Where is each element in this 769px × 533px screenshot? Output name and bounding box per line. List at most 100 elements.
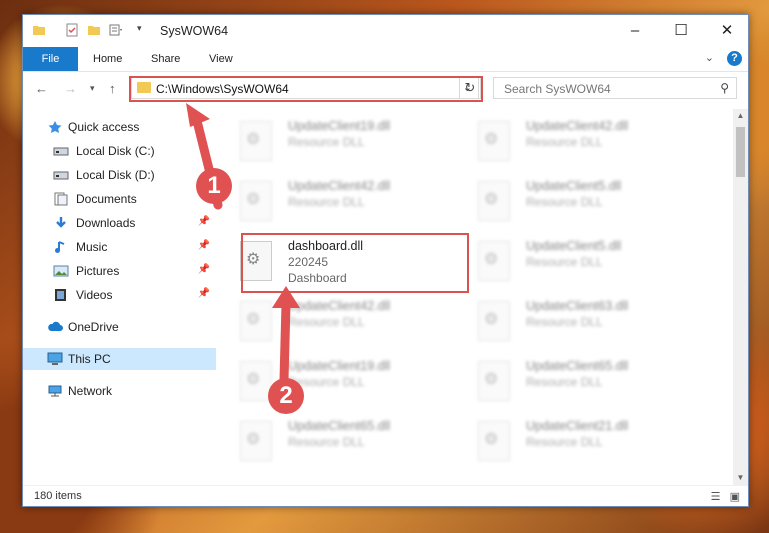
pin-icon[interactable]: 📌 [198, 264, 210, 275]
sidebar-item-music[interactable]: Music 📌 [23, 236, 216, 258]
file-name: UpdateClient21.dll [526, 419, 629, 433]
item-count: 180 items [34, 490, 82, 502]
sidebar-item-label: Network [68, 384, 113, 398]
gear-icon: ⚙ [484, 251, 499, 268]
up-arrow-icon[interactable]: ↑ [109, 81, 116, 96]
file-name: UpdateClient42.dll [288, 179, 391, 193]
file-description: Resource DLL [526, 315, 603, 329]
download-icon [56, 217, 66, 228]
file-description: Resource DLL [526, 375, 603, 389]
sidebar-item-label: Local Disk (D:) [76, 168, 155, 182]
pin-icon[interactable]: 📌 [198, 240, 210, 251]
scroll-thumb[interactable] [736, 127, 745, 177]
search-input[interactable] [502, 81, 706, 97]
file-item[interactable]: ⚙ UpdateClient42.dll Resource DLL [238, 175, 463, 231]
tab-home[interactable]: Home [93, 47, 122, 71]
file-item[interactable]: ⚙ UpdateClient42.dll Resource DLL [476, 115, 701, 171]
pin-icon[interactable]: 📌 [198, 216, 210, 227]
sidebar-item-onedrive[interactable]: OneDrive [23, 316, 216, 338]
new-folder-icon[interactable] [87, 23, 101, 37]
gear-icon: ⚙ [484, 311, 499, 328]
star-icon [48, 121, 62, 133]
cloud-icon [48, 321, 63, 331]
view-toggle: ☰ ▣ [711, 490, 740, 503]
computer-icon [47, 352, 63, 365]
minimize-button[interactable]: – [612, 15, 658, 47]
music-icon [55, 241, 65, 253]
pictures-icon [53, 265, 69, 277]
scroll-up-icon[interactable]: ▲ [733, 109, 748, 123]
file-name: UpdateClient19.dll [288, 119, 391, 133]
scroll-down-icon[interactable]: ▼ [733, 471, 748, 485]
back-arrow-icon[interactable]: ← [35, 81, 48, 96]
sidebar-item-pictures[interactable]: Pictures 📌 [23, 260, 216, 282]
tab-view[interactable]: View [209, 47, 233, 71]
file-name: UpdateClient5.dll [526, 239, 622, 253]
sidebar-item-downloads[interactable]: Downloads 📌 [23, 212, 216, 234]
vertical-scrollbar[interactable]: ▲ ▼ [733, 109, 748, 485]
chevron-down-icon[interactable]: ▾ [137, 23, 142, 34]
tab-file[interactable]: File [23, 47, 78, 71]
pin-icon[interactable]: 📌 [198, 288, 210, 299]
maximize-button[interactable]: ☐ [658, 15, 704, 47]
details-view-icon[interactable]: ☰ [711, 491, 721, 503]
close-button[interactable]: ✕ [704, 15, 750, 47]
file-explorer-window: ▾ SysWOW64 – ☐ ✕ File Home Share View ⌄ … [22, 14, 749, 507]
customize-toolbar-icon[interactable] [109, 23, 123, 37]
recent-locations-icon[interactable]: ▾ [90, 83, 95, 94]
file-item[interactable]: ⚙ UpdateClient65.dll Resource DLL [238, 415, 463, 471]
file-item[interactable]: ⚙ UpdateClient63.dll Resource DLL [476, 295, 701, 351]
file-description: Resource DLL [526, 195, 603, 209]
file-name: UpdateClient65.dll [526, 359, 629, 373]
sidebar-item-label: This PC [68, 352, 111, 366]
sidebar-item-label: Music [76, 240, 108, 254]
gear-icon: ⚙ [246, 191, 261, 208]
gear-icon: ⚙ [484, 371, 499, 388]
gear-icon: ⚙ [484, 131, 499, 148]
gear-icon: ⚙ [246, 311, 261, 328]
sidebar-item-network[interactable]: Network [23, 380, 216, 402]
video-icon [55, 289, 66, 301]
file-description: Resource DLL [526, 135, 603, 149]
sidebar-item-label: Videos [76, 288, 113, 302]
sidebar-item-label: Documents [76, 192, 137, 206]
file-item[interactable]: ⚙ UpdateClient5.dll Resource DLL [476, 235, 701, 291]
forward-arrow-icon[interactable]: → [64, 81, 77, 96]
file-name: UpdateClient5.dll [526, 179, 622, 193]
file-item[interactable]: ⚙ UpdateClient5.dll Resource DLL [476, 175, 701, 231]
sidebar-item-label: OneDrive [68, 320, 119, 334]
documents-icon [54, 192, 68, 206]
file-description: Resource DLL [526, 435, 603, 449]
file-item[interactable]: ⚙ UpdateClient21.dll Resource DLL [476, 415, 701, 471]
window-title: SysWOW64 [160, 24, 229, 38]
file-description: Resource DLL [288, 435, 365, 449]
status-bar: 180 items ☰ ▣ [23, 485, 748, 508]
properties-icon[interactable] [65, 23, 79, 37]
folder-icon[interactable] [32, 23, 46, 37]
sidebar-item-videos[interactable]: Videos 📌 [23, 284, 216, 306]
drive-icon [53, 171, 69, 180]
file-description: Resource DLL [288, 195, 365, 209]
annotation-badge-2: 2 [268, 378, 304, 414]
network-icon [48, 385, 62, 397]
file-name: UpdateClient65.dll [288, 419, 391, 433]
title-bar: ▾ SysWOW64 – ☐ ✕ [23, 15, 748, 47]
file-description: Resource DLL [288, 135, 365, 149]
annotation-badge-1: 1 [196, 168, 232, 204]
gear-icon: ⚙ [484, 431, 499, 448]
gear-icon: ⚙ [246, 431, 261, 448]
file-name: UpdateClient63.dll [526, 299, 629, 313]
ribbon-controls: ⌄ ? [705, 51, 742, 66]
tab-share[interactable]: Share [151, 47, 180, 71]
help-icon[interactable]: ? [727, 51, 742, 66]
large-icons-view-icon[interactable]: ▣ [730, 491, 740, 503]
search-box[interactable]: ⚲ [493, 77, 737, 99]
file-item[interactable]: ⚙ UpdateClient19.dll Resource DLL [238, 115, 463, 171]
gear-icon: ⚙ [484, 191, 499, 208]
expand-ribbon-icon[interactable]: ⌄ [705, 52, 714, 64]
ribbon: File Home Share View ⌄ ? [23, 47, 748, 72]
sidebar-item-this-pc[interactable]: This PC [23, 348, 216, 370]
annotation-arrow-2 [272, 286, 300, 385]
search-icon[interactable]: ⚲ [720, 81, 729, 95]
file-item[interactable]: ⚙ UpdateClient65.dll Resource DLL [476, 355, 701, 411]
